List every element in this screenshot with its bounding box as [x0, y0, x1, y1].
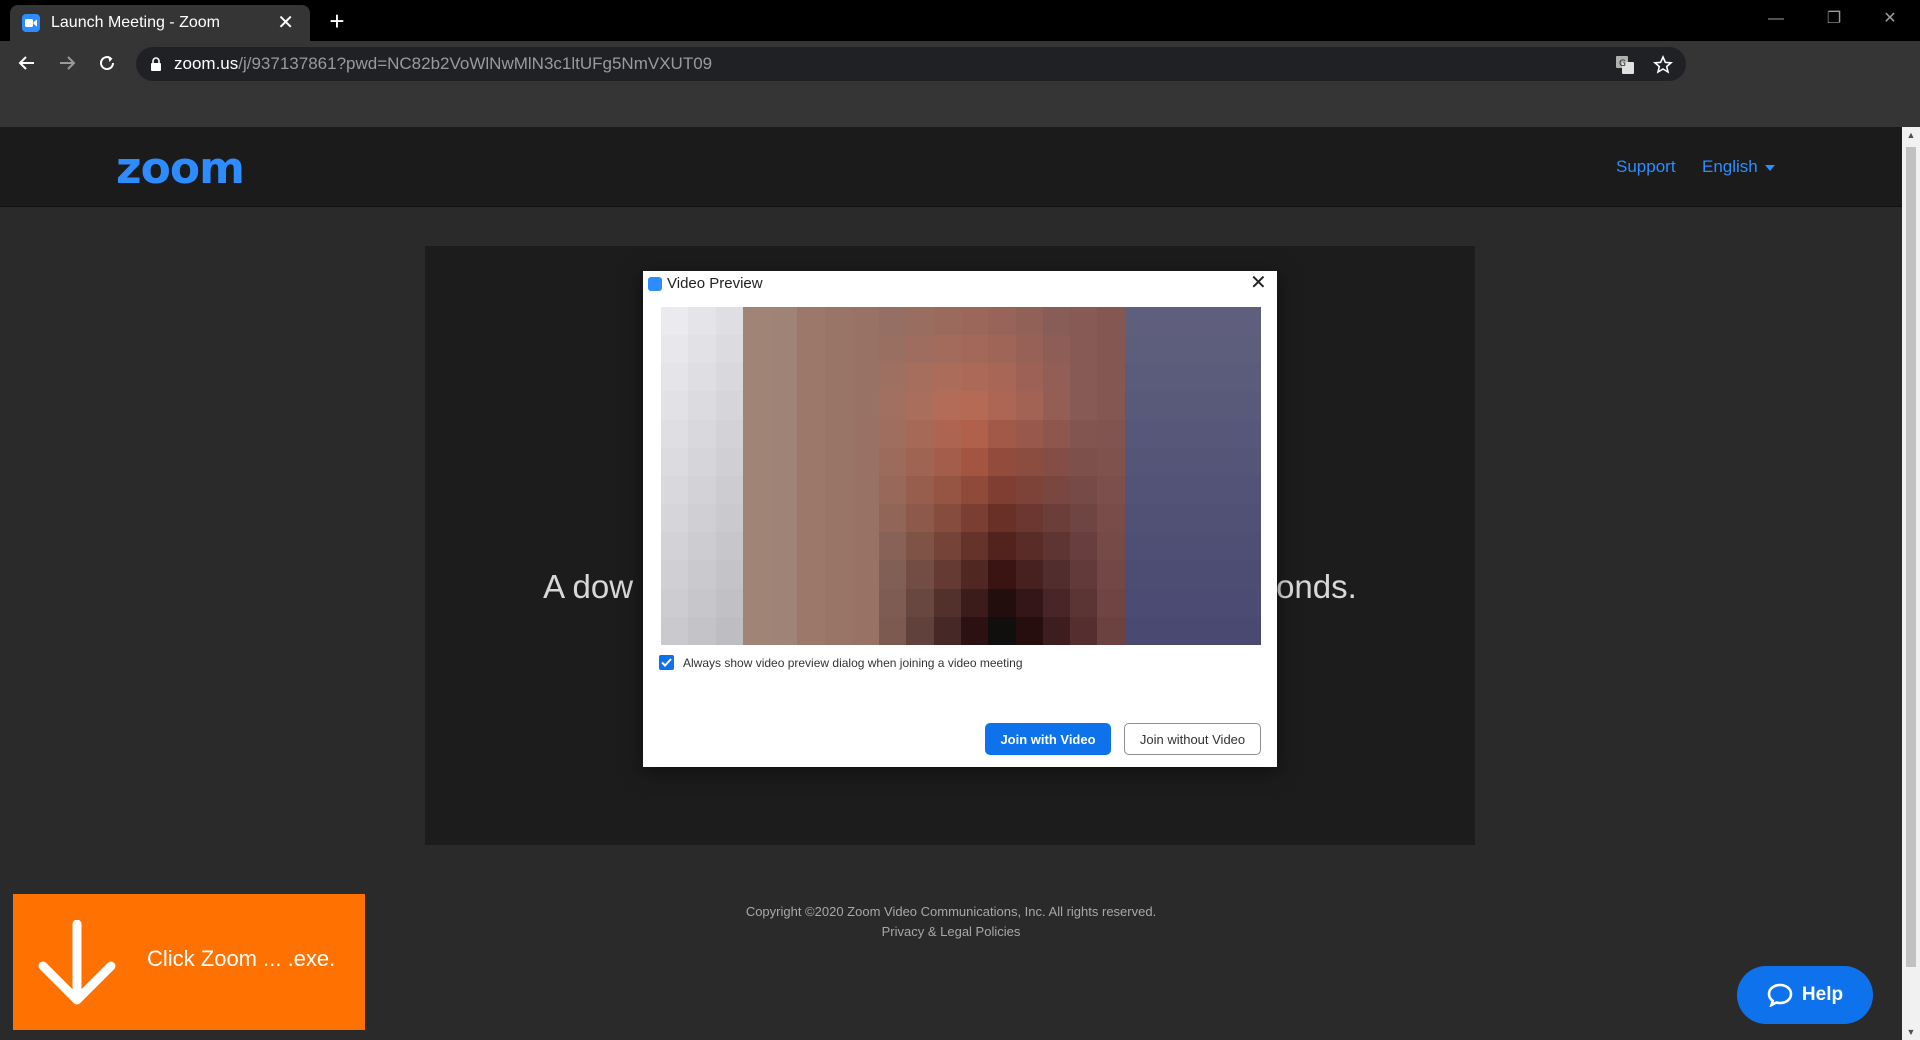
chevron-down-icon — [1764, 164, 1775, 171]
help-button[interactable]: Help — [1737, 966, 1873, 1024]
bookmark-star-icon[interactable] — [1652, 54, 1674, 76]
download-banner[interactable]: Click Zoom ... .exe. — [13, 894, 365, 1030]
join-with-video-button[interactable]: Join with Video — [985, 723, 1111, 755]
new-tab-button[interactable]: + — [322, 8, 352, 34]
zoom-app-icon — [648, 277, 662, 291]
zoom-logo[interactable]: zoom — [116, 147, 245, 191]
page-scrollbar[interactable]: ▲ ▼ — [1902, 127, 1920, 1040]
browser-toolbar: zoom.us/j/937137861?pwd=NC82b2VoWlNwMlN3… — [0, 41, 1920, 85]
join-without-video-button[interactable]: Join without Video — [1124, 723, 1261, 755]
language-dropdown[interactable]: English — [1702, 157, 1775, 177]
back-icon[interactable] — [11, 47, 43, 79]
restore-button[interactable]: ❐ — [1812, 4, 1856, 34]
chat-bubble-icon — [1767, 983, 1793, 1007]
browser-tab[interactable]: Launch Meeting - Zoom ✕ — [10, 5, 310, 41]
scroll-up-icon[interactable]: ▲ — [1902, 127, 1920, 143]
translate-icon[interactable]: G — [1614, 54, 1636, 76]
scroll-down-icon[interactable]: ▼ — [1902, 1024, 1920, 1040]
video-preview-dialog: Video Preview ✕ Always show video previe… — [643, 271, 1277, 767]
forward-icon[interactable] — [51, 47, 83, 79]
help-label: Help — [1801, 984, 1844, 1005]
language-label: English — [1702, 157, 1758, 176]
always-show-preview-row[interactable]: Always show video preview dialog when jo… — [659, 655, 1023, 670]
lock-icon — [150, 57, 162, 71]
reload-icon[interactable] — [91, 47, 123, 79]
minimize-button[interactable]: — — [1754, 4, 1798, 34]
url-host: zoom.us — [174, 54, 239, 73]
support-link[interactable]: Support — [1616, 157, 1676, 177]
dialog-close-icon[interactable]: ✕ — [1250, 273, 1267, 293]
video-preview-image — [661, 307, 1261, 645]
dialog-title: Video Preview — [667, 275, 763, 292]
download-message-right: onds. — [1276, 568, 1357, 605]
svg-text:G: G — [1619, 59, 1626, 69]
tab-title: Launch Meeting - Zoom — [51, 14, 220, 31]
browser-titlebar: Launch Meeting - Zoom ✕ + — ❐ ✕ — [0, 0, 1920, 41]
checkbox-label: Always show video preview dialog when jo… — [683, 655, 1023, 670]
zoom-header: zoom Support English — [0, 127, 1902, 207]
browser-chrome-spacer — [0, 85, 1920, 127]
url-path: /j/937137861?pwd=NC82b2VoWlNwMlN3c1ltUFg… — [238, 54, 713, 73]
zoom-favicon-icon — [22, 14, 40, 32]
download-arrow-icon — [38, 920, 116, 1005]
always-show-preview-checkbox[interactable] — [659, 655, 674, 670]
scroll-thumb[interactable] — [1906, 147, 1916, 967]
tab-close-icon[interactable]: ✕ — [273, 13, 298, 33]
address-bar[interactable]: zoom.us/j/937137861?pwd=NC82b2VoWlNwMlN3… — [136, 47, 1686, 81]
banner-text: Click Zoom ... .exe. — [147, 946, 336, 971]
window-close-button[interactable]: ✕ — [1868, 4, 1912, 34]
download-message-left: A dow — [543, 568, 634, 605]
